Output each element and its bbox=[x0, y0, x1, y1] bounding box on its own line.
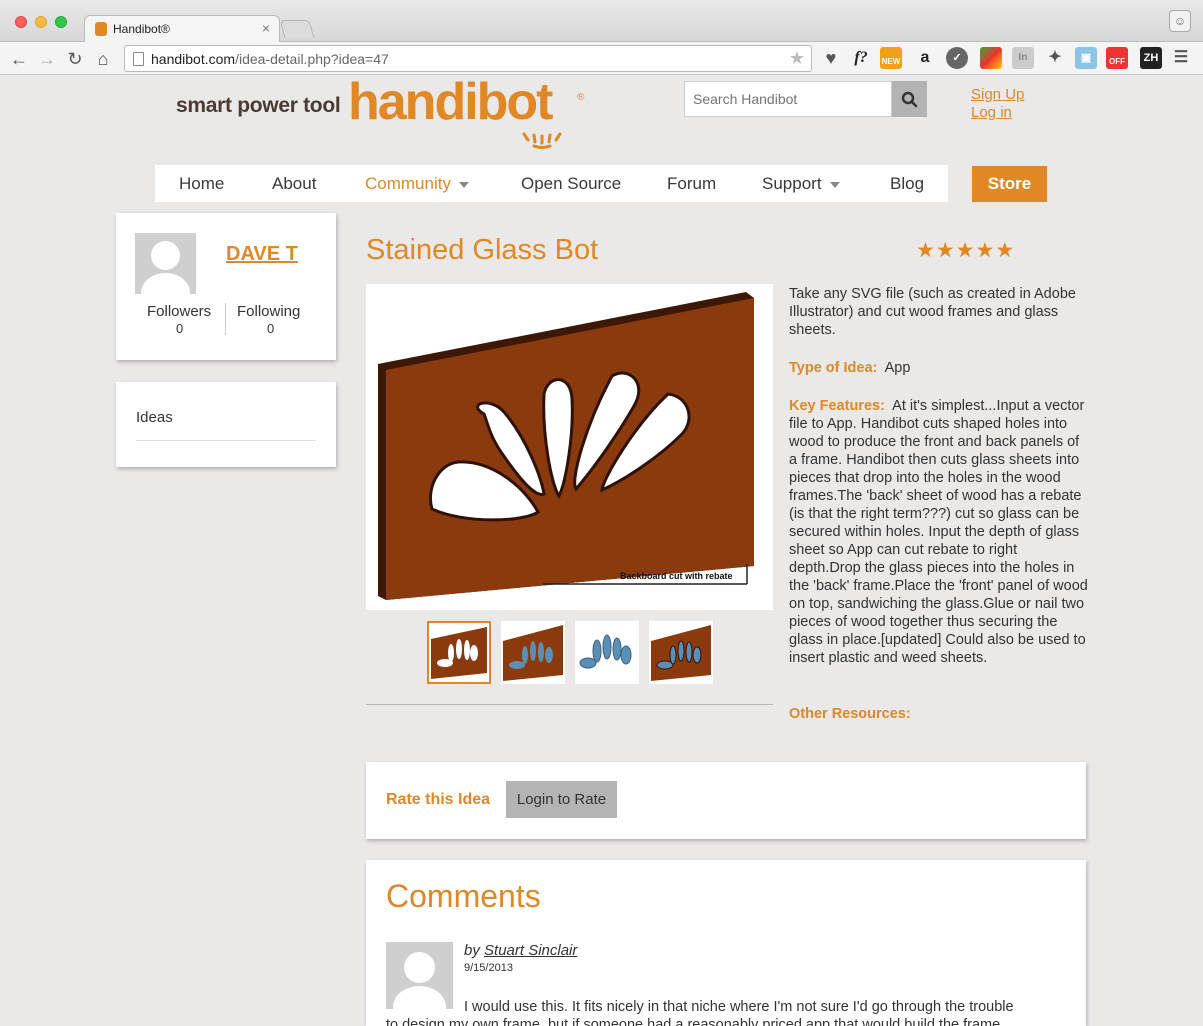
color-picker-extension-icon[interactable] bbox=[980, 47, 1002, 69]
handibot-favicon-icon bbox=[95, 22, 107, 36]
login-to-rate-button[interactable]: Login to Rate bbox=[506, 781, 617, 818]
star-icon: ★ bbox=[955, 239, 976, 262]
search-button[interactable] bbox=[892, 81, 927, 117]
following-label: Following bbox=[237, 303, 301, 320]
forward-arrow-icon[interactable]: → bbox=[36, 48, 58, 70]
divider bbox=[366, 704, 773, 705]
idea-description: Take any SVG file (such as created in Ad… bbox=[789, 286, 1076, 338]
handibot-logo[interactable]: handibot bbox=[348, 72, 554, 132]
thumbnail-1[interactable] bbox=[427, 621, 491, 684]
tab-title: Handibot® bbox=[113, 22, 170, 36]
bug-extension-icon[interactable]: ✦ bbox=[1044, 47, 1066, 69]
linkedin-extension-icon[interactable]: In bbox=[1012, 47, 1034, 69]
image-caption: Backboard cut with rebate bbox=[620, 571, 733, 581]
idea-key-features: Key Features: At it's simplest...Input a… bbox=[789, 398, 1088, 666]
font-extension-icon[interactable]: f? bbox=[850, 47, 872, 69]
star-icon: ★ bbox=[935, 239, 956, 262]
bookmark-star-icon[interactable]: ★ bbox=[789, 48, 805, 69]
avatar[interactable] bbox=[135, 233, 196, 294]
browser-tab[interactable]: Handibot® × bbox=[84, 15, 280, 43]
browser-titlebar: Handibot® × ☺ bbox=[0, 0, 1203, 43]
comment-text: I would use this. It fits nicely in that… bbox=[464, 999, 1014, 1015]
following-count: 0 bbox=[267, 321, 275, 336]
page-icon bbox=[133, 52, 144, 66]
logo-registered-mark: ® bbox=[577, 92, 585, 103]
nav-open-source[interactable]: Open Source bbox=[521, 174, 621, 194]
logo-sparks-icon bbox=[522, 132, 562, 149]
search-icon bbox=[901, 91, 918, 108]
main-nav: Home About Community Open Source Forum S… bbox=[155, 165, 948, 202]
nav-home[interactable]: Home bbox=[179, 174, 224, 194]
idea-other-resources: Other Resources: bbox=[789, 706, 911, 722]
user-profile-icon[interactable]: ☺ bbox=[1169, 10, 1191, 32]
url-text: handibot.com/idea-detail.php?idea=47 bbox=[151, 51, 389, 67]
nav-about[interactable]: About bbox=[272, 174, 316, 194]
nav-community[interactable]: Community bbox=[365, 174, 469, 194]
thumbnail-3[interactable] bbox=[575, 621, 639, 684]
profile-card: DAVE T Followers 0 Following 0 bbox=[116, 213, 336, 360]
minimize-window-button[interactable] bbox=[35, 16, 47, 28]
browser-toolbar: ← → ↻ ⌂ handibot.com/idea-detail.php?ide… bbox=[0, 42, 1203, 75]
star-icon: ★ bbox=[975, 239, 996, 262]
followers-count: 0 bbox=[176, 321, 184, 336]
logo-tagline: smart power tool bbox=[176, 94, 341, 117]
off-extension-icon[interactable]: OFF bbox=[1106, 47, 1128, 69]
chevron-down-icon bbox=[458, 181, 469, 188]
comment-text-continued: to design my own frame, but if someone h… bbox=[386, 1017, 1001, 1026]
nav-support[interactable]: Support bbox=[762, 174, 840, 194]
thumbnail-2[interactable] bbox=[501, 621, 565, 684]
address-bar[interactable]: handibot.com/idea-detail.php?idea=47 ★ bbox=[124, 45, 812, 72]
comments-title: Comments bbox=[386, 878, 541, 914]
rate-card: Rate this Idea Login to Rate bbox=[366, 762, 1086, 839]
reload-icon[interactable]: ↻ bbox=[64, 48, 86, 70]
heart-extension-icon[interactable]: ♥ bbox=[820, 47, 842, 69]
comment-author: by Stuart Sinclair bbox=[464, 942, 578, 959]
nav-forum[interactable]: Forum bbox=[667, 174, 716, 194]
ideas-link[interactable]: Ideas bbox=[136, 409, 173, 426]
calendar-new-extension-icon[interactable]: NEW bbox=[880, 47, 902, 69]
idea-title: Stained Glass Bot bbox=[366, 234, 599, 266]
search-input[interactable] bbox=[684, 81, 892, 117]
nav-blog[interactable]: Blog bbox=[890, 174, 924, 194]
sign-up-link[interactable]: Sign Up bbox=[971, 86, 1024, 103]
ideas-card: Ideas bbox=[116, 382, 336, 467]
comment-date: 9/15/2013 bbox=[464, 962, 513, 974]
tab-close-icon[interactable]: × bbox=[262, 20, 270, 36]
home-icon[interactable]: ⌂ bbox=[92, 48, 114, 70]
menu-icon[interactable]: ☰ bbox=[1170, 47, 1192, 69]
comments-card: Comments by Stuart Sinclair 9/15/2013 I … bbox=[366, 860, 1086, 1026]
zh-extension-icon[interactable]: ZH bbox=[1140, 47, 1162, 69]
rate-label: Rate this Idea bbox=[386, 791, 491, 808]
idea-type: Type of Idea: App bbox=[789, 360, 911, 376]
stat-divider bbox=[225, 303, 226, 335]
amazon-extension-icon[interactable]: a bbox=[914, 47, 936, 69]
main-idea-image[interactable]: Backboard cut with rebate bbox=[366, 284, 773, 610]
comment-avatar[interactable] bbox=[386, 942, 453, 1009]
chevron-down-icon bbox=[829, 181, 840, 188]
divider bbox=[136, 440, 316, 441]
profile-name-link[interactable]: DAVE T bbox=[226, 243, 298, 266]
followers-label: Followers bbox=[147, 303, 212, 320]
store-button[interactable]: Store bbox=[972, 166, 1047, 202]
pocket-extension-icon[interactable]: ✓ bbox=[946, 47, 968, 69]
back-arrow-icon[interactable]: ← bbox=[8, 48, 30, 70]
comment-author-link[interactable]: Stuart Sinclair bbox=[484, 942, 577, 959]
zoom-window-button[interactable] bbox=[55, 16, 67, 28]
new-tab-button[interactable] bbox=[279, 20, 315, 38]
thumbnail-4[interactable] bbox=[649, 621, 713, 684]
log-in-link[interactable]: Log in bbox=[971, 104, 1012, 121]
window-extension-icon[interactable]: ▣ bbox=[1075, 47, 1097, 69]
rating-stars: ★★★★★ bbox=[916, 238, 1015, 263]
close-window-button[interactable] bbox=[15, 16, 27, 28]
star-icon: ★ bbox=[995, 239, 1016, 262]
star-icon: ★ bbox=[916, 239, 936, 262]
